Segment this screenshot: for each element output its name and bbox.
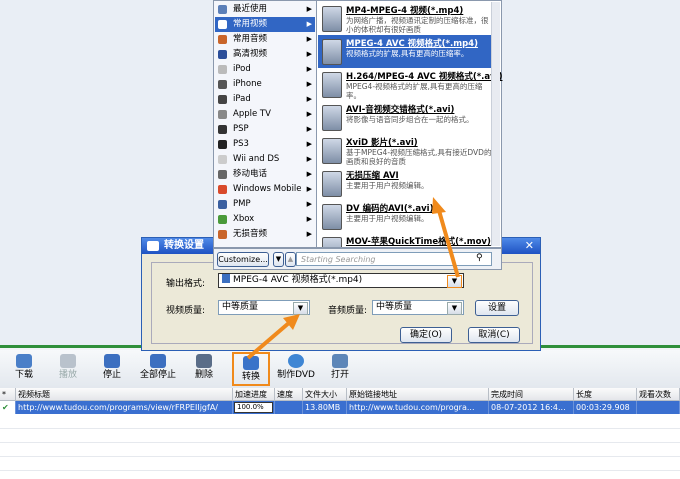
arrow-to-format-list bbox=[436, 206, 460, 278]
arrow-head bbox=[432, 197, 446, 214]
callout-arrows bbox=[246, 197, 460, 360]
arrow-to-dialog bbox=[246, 320, 292, 360]
